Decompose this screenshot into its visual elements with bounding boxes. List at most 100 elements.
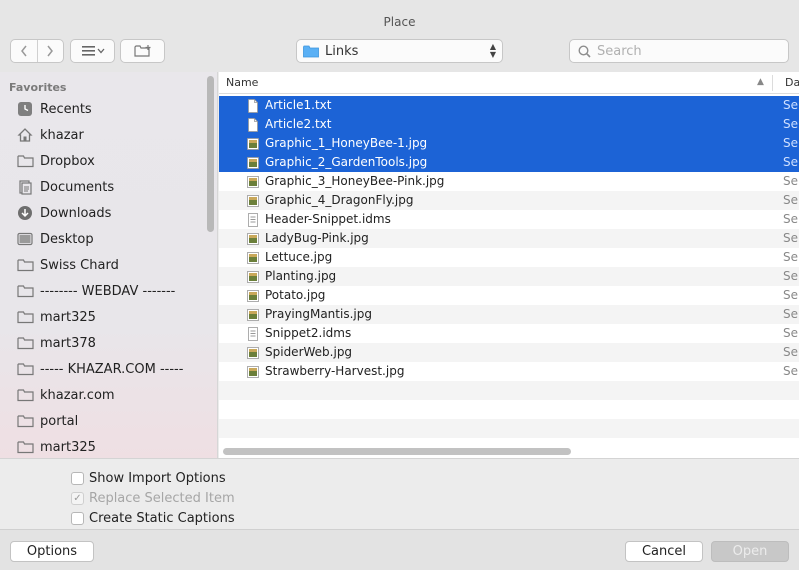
sidebar-item-label: -------- WEBDAV ------- <box>40 283 176 299</box>
home-icon <box>16 126 34 144</box>
search-icon <box>578 44 591 58</box>
sidebar-item-mart378[interactable]: mart378 <box>16 331 206 355</box>
file-date: Sep <box>783 136 799 150</box>
title-bar: Place Links ▲ ▼ <box>0 0 799 72</box>
sidebar-item-swiss-chard[interactable]: Swiss Chard <box>16 253 206 277</box>
column-date-header[interactable]: Da <box>785 76 799 89</box>
forward-button[interactable] <box>36 40 63 62</box>
text-file-icon <box>248 118 258 132</box>
back-button[interactable] <box>11 40 37 62</box>
file-row[interactable]: Potato.jpg Sep <box>219 286 799 305</box>
view-options-button[interactable] <box>70 39 115 63</box>
horizontal-scrollbar[interactable] <box>223 448 571 455</box>
file-row[interactable]: PrayingMantis.jpg Sep <box>219 305 799 324</box>
sidebar-item-mart325-2[interactable]: mart325 <box>16 435 206 458</box>
file-row[interactable]: Strawberry-Harvest.jpg Sep <box>219 362 799 381</box>
checkbox-box[interactable] <box>71 471 84 485</box>
column-divider[interactable] <box>772 75 773 91</box>
file-row[interactable]: Graphic_2_GardenTools.jpg Sep <box>219 153 799 172</box>
image-file-icon <box>247 271 259 283</box>
sidebar-item-portal[interactable]: portal <box>16 409 206 433</box>
file-name: Header-Snippet.idms <box>265 212 391 226</box>
file-row[interactable]: Article1.txt Sep <box>219 96 799 115</box>
sidebar-item-label: mart325 <box>40 439 96 455</box>
sidebar-item-dropbox[interactable]: Dropbox <box>16 149 206 173</box>
file-name: Graphic_1_HoneyBee-1.jpg <box>265 136 428 150</box>
file-date: Sep <box>783 326 799 340</box>
file-date: Sep <box>783 155 799 169</box>
image-file-icon <box>247 252 259 264</box>
replace-selected-item-checkbox: ✓ Replace Selected Item <box>71 489 235 507</box>
checkbox-label: Replace Selected Item <box>89 490 235 506</box>
file-row[interactable]: SpiderWeb.jpg Sep <box>219 343 799 362</box>
create-static-captions-checkbox[interactable]: Create Static Captions <box>71 509 235 527</box>
file-name: Graphic_4_DragonFly.jpg <box>265 193 414 207</box>
file-row[interactable]: Header-Snippet.idms Sep <box>219 210 799 229</box>
sidebar-item-label: mart378 <box>40 335 96 351</box>
file-date: Sep <box>783 231 799 245</box>
file-date: Sep <box>783 364 799 378</box>
chevron-right-icon <box>47 45 54 57</box>
file-row[interactable]: LadyBug-Pink.jpg Sep <box>219 229 799 248</box>
clock-icon <box>16 100 34 118</box>
open-button[interactable]: Open <box>711 541 789 562</box>
file-list: Name ▲ Da Article1.txt Sep Article2.txt Sep… <box>219 72 799 458</box>
sort-ascending-icon: ▲ <box>757 77 764 87</box>
file-name: Potato.jpg <box>265 288 326 302</box>
sidebar-item-webdav-separator[interactable]: -------- WEBDAV ------- <box>16 279 206 303</box>
snippet-file-icon <box>248 213 258 227</box>
file-row[interactable]: Lettuce.jpg Sep <box>219 248 799 267</box>
sidebar-item-label: khazar.com <box>40 387 115 403</box>
location-popup[interactable]: Links ▲ ▼ <box>296 39 503 63</box>
file-row[interactable]: Graphic_1_HoneyBee-1.jpg Sep <box>219 134 799 153</box>
empty-row <box>219 381 799 400</box>
sidebar-item-mart325[interactable]: mart325 <box>16 305 206 329</box>
file-name: Graphic_2_GardenTools.jpg <box>265 155 428 169</box>
file-row[interactable]: Snippet2.idms Sep <box>219 324 799 343</box>
file-date: Sep <box>783 269 799 283</box>
sidebar-item-desktop[interactable]: Desktop <box>16 227 206 251</box>
checkbox-label: Show Import Options <box>89 470 226 486</box>
new-folder-button[interactable] <box>120 39 165 63</box>
list-view-icon <box>81 46 104 56</box>
cancel-button[interactable]: Cancel <box>625 541 703 562</box>
file-date: Sep <box>783 307 799 321</box>
image-file-icon <box>247 195 259 207</box>
file-date: Sep <box>783 193 799 207</box>
text-file-icon <box>248 99 258 113</box>
sidebar-item-label: Dropbox <box>40 153 95 169</box>
folder-icon <box>16 282 34 300</box>
checkbox-box[interactable] <box>71 511 84 525</box>
file-date: Sep <box>783 174 799 188</box>
updown-chevron-icon: ▲ ▼ <box>489 42 496 59</box>
image-file-icon <box>247 157 259 169</box>
sidebar-item-khazar[interactable]: khazar <box>16 123 206 147</box>
file-name: Graphic_3_HoneyBee-Pink.jpg <box>265 174 445 188</box>
sidebar-item-recents[interactable]: Recents <box>16 97 206 121</box>
options-button[interactable]: Options <box>10 541 94 562</box>
file-name: Lettuce.jpg <box>265 250 333 264</box>
sidebar-item-label: ----- KHAZAR.COM ----- <box>40 361 184 377</box>
image-file-icon <box>247 233 259 245</box>
file-row[interactable]: Graphic_4_DragonFly.jpg Sep <box>219 191 799 210</box>
file-date: Sep <box>783 345 799 359</box>
search-input[interactable] <box>597 43 777 59</box>
sidebar-item-downloads[interactable]: Downloads <box>16 201 206 225</box>
back-forward-group <box>10 39 64 63</box>
file-name: Strawberry-Harvest.jpg <box>265 364 405 378</box>
empty-row <box>219 419 799 438</box>
file-row[interactable]: Article2.txt Sep <box>219 115 799 134</box>
image-file-icon <box>247 176 259 188</box>
file-name: SpiderWeb.jpg <box>265 345 353 359</box>
folder-icon <box>16 360 34 378</box>
file-row[interactable]: Graphic_3_HoneyBee-Pink.jpg Sep <box>219 172 799 191</box>
sidebar-item-documents[interactable]: Documents <box>16 175 206 199</box>
column-name-header[interactable]: Name <box>226 76 258 89</box>
bottom-bar: Options Cancel Open <box>0 529 799 570</box>
search-field[interactable] <box>569 39 789 63</box>
sidebar-item-khazar-com-separator[interactable]: ----- KHAZAR.COM ----- <box>16 357 206 381</box>
show-import-options-checkbox[interactable]: Show Import Options <box>71 469 226 487</box>
sidebar-item-khazar-com[interactable]: khazar.com <box>16 383 206 407</box>
file-row[interactable]: Planting.jpg Sep <box>219 267 799 286</box>
sidebar-scrollbar[interactable] <box>207 76 214 232</box>
